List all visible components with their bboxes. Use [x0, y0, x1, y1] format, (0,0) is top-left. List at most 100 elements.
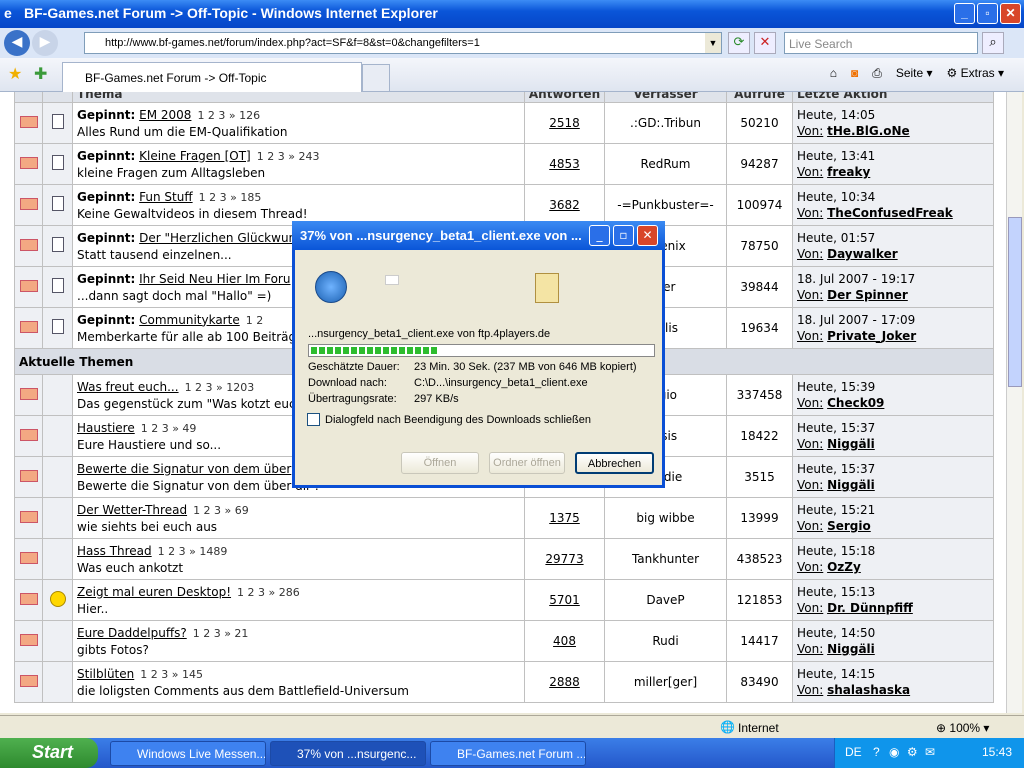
topic-title-link[interactable]: Kleine Fragen [OT]	[139, 149, 251, 163]
rss-icon[interactable]: ◙	[851, 66, 858, 81]
last-action-user[interactable]: shalashaska	[827, 683, 910, 697]
topic-pages[interactable]: 1 2 3 » 21	[193, 627, 249, 640]
open-button[interactable]: Öffnen	[401, 452, 479, 474]
topic-pages[interactable]: 1 2 3 » 69	[193, 504, 249, 517]
language-indicator[interactable]: DE	[845, 745, 862, 759]
task-browser[interactable]: BF-Games.net Forum ...	[430, 741, 586, 766]
scrollbar-thumb[interactable]	[1008, 217, 1022, 387]
zoom-control[interactable]: ⊕ 100% ▾	[936, 721, 989, 735]
topic-replies[interactable]: 2518	[524, 102, 605, 144]
minimize-button[interactable]: _	[954, 3, 975, 24]
extras-menu[interactable]: ⚙ Extras ▾	[947, 66, 1004, 81]
last-action-user[interactable]: Niggäli	[827, 437, 875, 451]
last-action-user[interactable]: Niggäli	[827, 478, 875, 492]
topic-title-link[interactable]: Der "Herzlichen Glückwun	[139, 231, 296, 245]
back-button[interactable]: ◀	[4, 30, 30, 56]
topic-title-link[interactable]: Hass Thread	[77, 544, 152, 558]
topic-author[interactable]: big wibbe	[604, 497, 727, 539]
topic-title-link[interactable]: Stilblüten	[77, 667, 134, 681]
search-input[interactable]: Live Search	[784, 32, 978, 54]
open-folder-button[interactable]: Ordner öffnen	[489, 452, 565, 474]
header-last-action[interactable]: Letzte Aktion	[792, 92, 994, 103]
last-action-user[interactable]: OzZy	[827, 560, 861, 574]
checkbox-label[interactable]: Dialogfeld nach Beendigung des Downloads…	[325, 414, 591, 426]
topic-replies[interactable]: 5701	[524, 579, 605, 621]
add-favorite-icon[interactable]: ✚	[34, 64, 47, 83]
address-field[interactable]: http://www.bf-games.net/forum/index.php?…	[84, 32, 722, 54]
topic-replies[interactable]: 408	[524, 620, 605, 662]
new-tab-button[interactable]	[362, 64, 390, 92]
favorites-star-icon[interactable]: ★	[8, 64, 22, 83]
vertical-scrollbar[interactable]	[1006, 92, 1022, 713]
topic-title-link[interactable]: EM 2008	[139, 108, 191, 122]
topic-title-link[interactable]: Fun Stuff	[139, 190, 192, 204]
task-download[interactable]: 37% von ...nsurgenc...	[270, 741, 426, 766]
forward-button[interactable]: ▶	[32, 30, 58, 56]
steam-icon[interactable]: ⚙	[907, 745, 918, 759]
topic-title-link[interactable]: Ihr Seid Neu Hier Im Foru	[139, 272, 290, 286]
topic-title-link[interactable]: Was freut euch...	[77, 380, 179, 394]
topic-pages[interactable]: 1 2 3 » 126	[197, 109, 260, 122]
topic-author[interactable]: DaveP	[604, 579, 727, 621]
topic-author[interactable]: -=Punkbuster=-	[604, 184, 727, 226]
topic-author[interactable]: Rudi	[604, 620, 727, 662]
tray-app-icon[interactable]: ◉	[889, 745, 899, 759]
topic-title-link[interactable]: Zeigt mal euren Desktop!	[77, 585, 231, 599]
last-action-user[interactable]: Check09	[827, 396, 884, 410]
cancel-button[interactable]: Abbrechen	[575, 452, 654, 474]
home-icon[interactable]: ⌂	[830, 66, 837, 81]
header-views[interactable]: Aufrufe	[726, 92, 793, 103]
close-button[interactable]: ✕	[1000, 3, 1021, 24]
start-button[interactable]: Start	[0, 738, 98, 768]
topic-author[interactable]: RedRum	[604, 143, 727, 185]
topic-title-link[interactable]: Communitykarte	[139, 313, 240, 327]
topic-pages[interactable]: 1 2	[246, 314, 264, 327]
last-action-user[interactable]: Der Spinner	[827, 288, 908, 302]
topic-replies[interactable]: 1375	[524, 497, 605, 539]
topic-pages[interactable]: 1 2 3 » 243	[257, 150, 320, 163]
print-icon[interactable]: ⎙	[872, 66, 882, 81]
header-replies[interactable]: Antworten	[524, 92, 605, 103]
header-topic[interactable]: Thema	[72, 92, 525, 103]
topic-author[interactable]: miller[ger]	[604, 661, 727, 703]
dialog-close-button[interactable]: ✕	[637, 225, 658, 246]
last-action-user[interactable]: tHe.BlG.oNe	[827, 124, 910, 138]
help-icon[interactable]: ?	[873, 745, 880, 759]
last-action-user[interactable]: freaky	[827, 165, 870, 179]
last-action-user[interactable]: Private_Joker	[827, 329, 916, 343]
search-icon[interactable]: ⌕	[982, 32, 1004, 54]
topic-author[interactable]: .:GD:.Tribun	[604, 102, 727, 144]
tab-forum[interactable]: BF-Games.net Forum -> Off-Topic	[62, 62, 362, 92]
task-messenger[interactable]: Windows Live Messen...	[110, 741, 266, 766]
stop-icon[interactable]: ✕	[754, 32, 776, 54]
page-menu[interactable]: Seite ▾	[896, 66, 933, 81]
topic-replies[interactable]: 2888	[524, 661, 605, 703]
topic-author[interactable]: Tankhunter	[604, 538, 727, 580]
topic-pages[interactable]: 1 2 3 » 1489	[158, 545, 228, 558]
topic-title-link[interactable]: Eure Daddelpuffs?	[77, 626, 187, 640]
topic-replies[interactable]: 4853	[524, 143, 605, 185]
topic-pages[interactable]: 1 2 3 » 185	[199, 191, 262, 204]
close-when-done-checkbox[interactable]	[307, 413, 320, 426]
topic-title-link[interactable]: Haustiere	[77, 421, 135, 435]
refresh-icon[interactable]: ⟳	[728, 32, 750, 54]
topic-replies[interactable]: 29773	[524, 538, 605, 580]
last-action-user[interactable]: Niggäli	[827, 642, 875, 656]
topic-title-link[interactable]: Bewerte die Signatur von dem über	[77, 462, 291, 476]
last-action-user[interactable]: Daywalker	[827, 247, 898, 261]
dialog-minimize-button[interactable]: _	[589, 225, 610, 246]
topic-replies[interactable]: 3682	[524, 184, 605, 226]
chevron-down-icon[interactable]: ▼	[705, 33, 721, 53]
tray-app-icon[interactable]: ✉	[925, 745, 935, 759]
topic-pages[interactable]: 1 2 3 » 1203	[185, 381, 255, 394]
topic-pages[interactable]: 1 2 3 » 49	[141, 422, 197, 435]
topic-pages[interactable]: 1 2 3 » 145	[140, 668, 203, 681]
last-action-user[interactable]: TheConfusedFreak	[827, 206, 953, 220]
dialog-maximize-button[interactable]: ▫	[613, 225, 634, 246]
last-action-user[interactable]: Sergio	[827, 519, 871, 533]
topic-pages[interactable]: 1 2 3 » 286	[237, 586, 300, 599]
last-action-user[interactable]: Dr. Dünnpfiff	[827, 601, 913, 615]
maximize-button[interactable]: ▫	[977, 3, 998, 24]
header-author[interactable]: Verfasser	[604, 92, 727, 103]
topic-title-link[interactable]: Der Wetter-Thread	[77, 503, 187, 517]
